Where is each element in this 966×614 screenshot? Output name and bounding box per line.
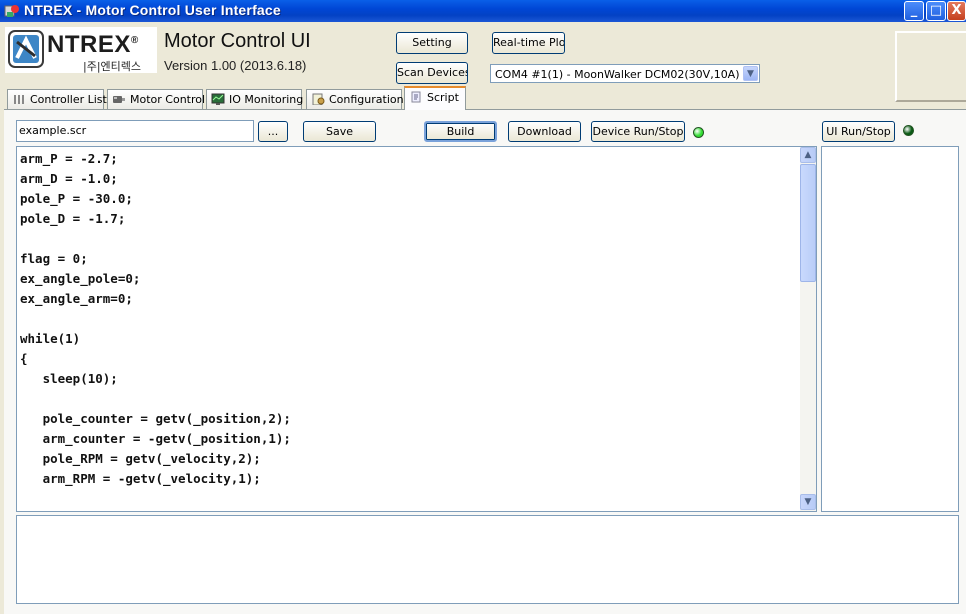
ntrex-logo: NTREX® |주|엔티렉스 [5, 27, 157, 73]
code-line: while(1) [20, 331, 81, 346]
code-line: flag = 0; [20, 251, 88, 266]
code-line: arm_counter = -getv(_position,1); [20, 431, 291, 446]
logo-text: NTREX® [47, 31, 139, 58]
app-title: Motor Control UI [164, 30, 311, 52]
minimize-button[interactable]: _ [904, 1, 924, 21]
title-bar[interactable]: NTREX - Motor Control User Interface _ □… [0, 0, 966, 22]
realtime-plot-button[interactable]: Real-time Plot [492, 32, 565, 54]
script-filename-field[interactable]: example.scr [16, 120, 254, 142]
close-button[interactable]: X [947, 1, 966, 21]
tab-label: Configuration [329, 93, 404, 106]
save-button[interactable]: Save [303, 121, 376, 142]
motor-icon [113, 96, 125, 103]
device-select[interactable]: COM4 #1(1) - MoonWalker DCM02(30V,10A) ▼ [490, 64, 760, 83]
code-line: pole_P = -30.0; [20, 191, 133, 206]
code-line: pole_counter = getv(_position,2); [20, 411, 291, 426]
list-icon [14, 95, 24, 104]
logo-mark-icon [8, 30, 44, 68]
code-line: ex_angle_pole=0; [20, 271, 141, 286]
monitor-icon [211, 93, 225, 105]
version-label: Version 1.00 (2013.6.18) [164, 58, 307, 73]
top-right-panel [895, 31, 966, 102]
device-status-led [693, 127, 704, 138]
tab-motor-control[interactable]: Motor Control [107, 89, 206, 109]
script-icon [411, 91, 421, 103]
code-line: arm_D = -1.0; [20, 171, 118, 186]
device-run-stop-button[interactable]: Device Run/Stop [591, 121, 685, 142]
chevron-down-icon: ▼ [804, 497, 812, 507]
minimize-icon: _ [910, 3, 918, 18]
config-icon [312, 93, 325, 105]
ui-status-led [903, 125, 914, 136]
scroll-thumb[interactable] [800, 164, 816, 282]
setting-button[interactable]: Setting [396, 32, 468, 54]
code-lines: arm_P = -2.7; arm_D = -1.0; pole_P = -30.0… [20, 149, 291, 489]
device-select-value: COM4 #1(1) - MoonWalker DCM02(30V,10A) [495, 68, 740, 81]
browse-button[interactable]: ... [258, 121, 288, 142]
tab-io-monitoring[interactable]: IO Monitoring [206, 89, 304, 109]
code-line: arm_RPM = -getv(_velocity,1); [20, 471, 261, 486]
close-icon: X [951, 3, 962, 18]
chevron-up-icon: ▲ [804, 150, 812, 160]
window-title: NTREX - Motor Control User Interface [24, 2, 281, 18]
tab-script[interactable]: Script [404, 86, 466, 110]
scroll-down-button[interactable]: ▼ [800, 494, 816, 510]
code-line: pole_D = -1.7; [20, 211, 126, 226]
tab-controller-list[interactable]: Controller List [7, 89, 107, 109]
output-console [16, 515, 959, 604]
maximize-button[interactable]: □ [926, 1, 946, 21]
code-line: { [20, 351, 28, 366]
tab-label: Controller List [30, 93, 107, 106]
app-icon [4, 5, 19, 17]
chevron-down-icon[interactable]: ▼ [743, 66, 758, 81]
logo-subtext: |주|엔티렉스 [83, 60, 142, 73]
tab-configuration[interactable]: Configuration [306, 89, 404, 109]
code-line: pole_RPM = getv(_velocity,2); [20, 451, 261, 466]
code-line: sleep(10); [20, 371, 118, 386]
code-line: arm_P = -2.7; [20, 151, 118, 166]
scan-devices-button[interactable]: Scan Devices [396, 62, 468, 84]
ui-run-stop-button[interactable]: UI Run/Stop [822, 121, 895, 142]
editor-scrollbar[interactable]: ▲ ▼ [800, 147, 816, 511]
scroll-up-button[interactable]: ▲ [800, 147, 816, 163]
script-editor[interactable]: arm_P = -2.7; arm_D = -1.0; pole_P = -30.0… [16, 146, 817, 512]
ui-panel [821, 146, 959, 512]
maximize-icon: □ [929, 3, 943, 18]
build-button[interactable]: Build [424, 121, 497, 142]
code-line: ex_angle_arm=0; [20, 291, 133, 306]
tab-label: Script [427, 91, 459, 104]
tab-label: Motor Control [130, 93, 206, 106]
download-button[interactable]: Download [508, 121, 581, 142]
tab-label: IO Monitoring [229, 93, 304, 106]
